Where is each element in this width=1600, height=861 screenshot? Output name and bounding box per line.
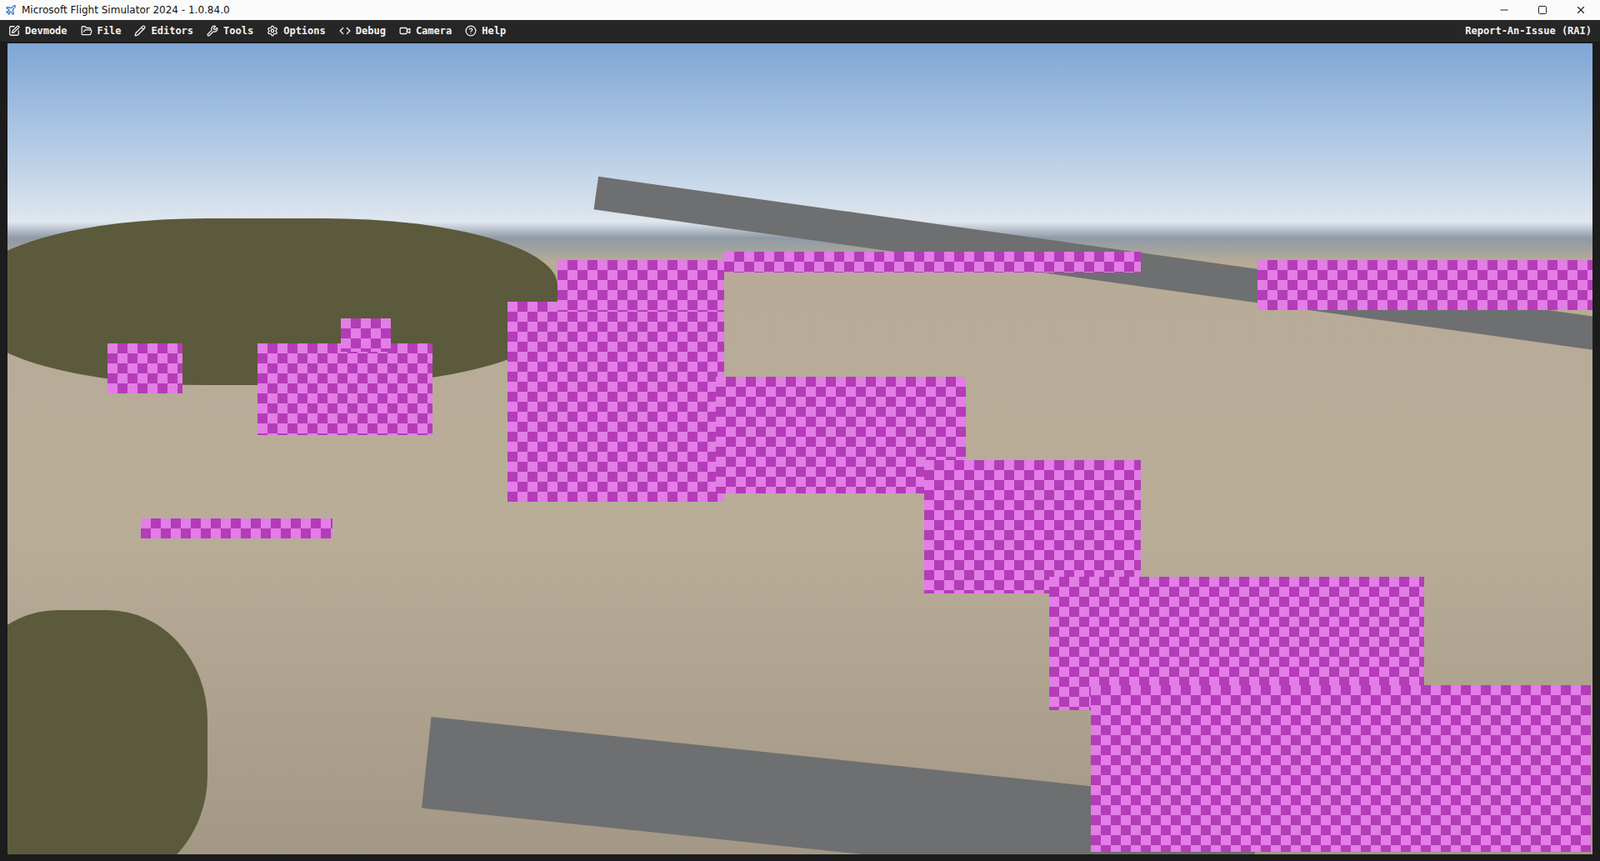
title-bar: Microsoft Flight Simulator 2024 - 1.0.84… [0, 0, 1600, 20]
app-window: Microsoft Flight Simulator 2024 - 1.0.84… [0, 0, 1600, 861]
minimize-icon [1498, 4, 1510, 16]
menu-item[interactable]: Help [465, 25, 506, 37]
app-icon [5, 4, 17, 16]
menu-item[interactable]: Options [266, 25, 326, 37]
close-button[interactable] [1561, 0, 1600, 20]
menu-icon [266, 25, 279, 37]
menu-item[interactable]: Devmode [8, 25, 68, 37]
dev-menu-bar: Devmode File Editors Tools Options Debug Camer… [0, 20, 1600, 42]
menu-icon [206, 25, 219, 37]
report-issue-button[interactable]: Report-An-Issue (RAI) [1465, 25, 1592, 37]
menu-icon [8, 25, 20, 37]
minimize-button[interactable] [1485, 0, 1524, 20]
menu-item[interactable]: Camera [399, 25, 452, 37]
window-title: Microsoft Flight Simulator 2024 - 1.0.84… [21, 4, 1485, 16]
menu-icon [339, 25, 351, 37]
menu-item[interactable]: Editors [134, 25, 194, 37]
maximize-icon [1537, 5, 1548, 15]
menu-icon [80, 25, 93, 37]
menu-item[interactable]: Debug [339, 25, 386, 37]
menu-item[interactable]: Tools [206, 25, 254, 37]
close-icon [1575, 4, 1587, 16]
menu-icon [465, 25, 477, 37]
menu-icon [134, 25, 146, 37]
maximize-button[interactable] [1523, 0, 1562, 20]
menu-icon [399, 25, 411, 37]
game-viewport[interactable] [7, 43, 1593, 855]
menu-item[interactable]: File [80, 25, 122, 37]
